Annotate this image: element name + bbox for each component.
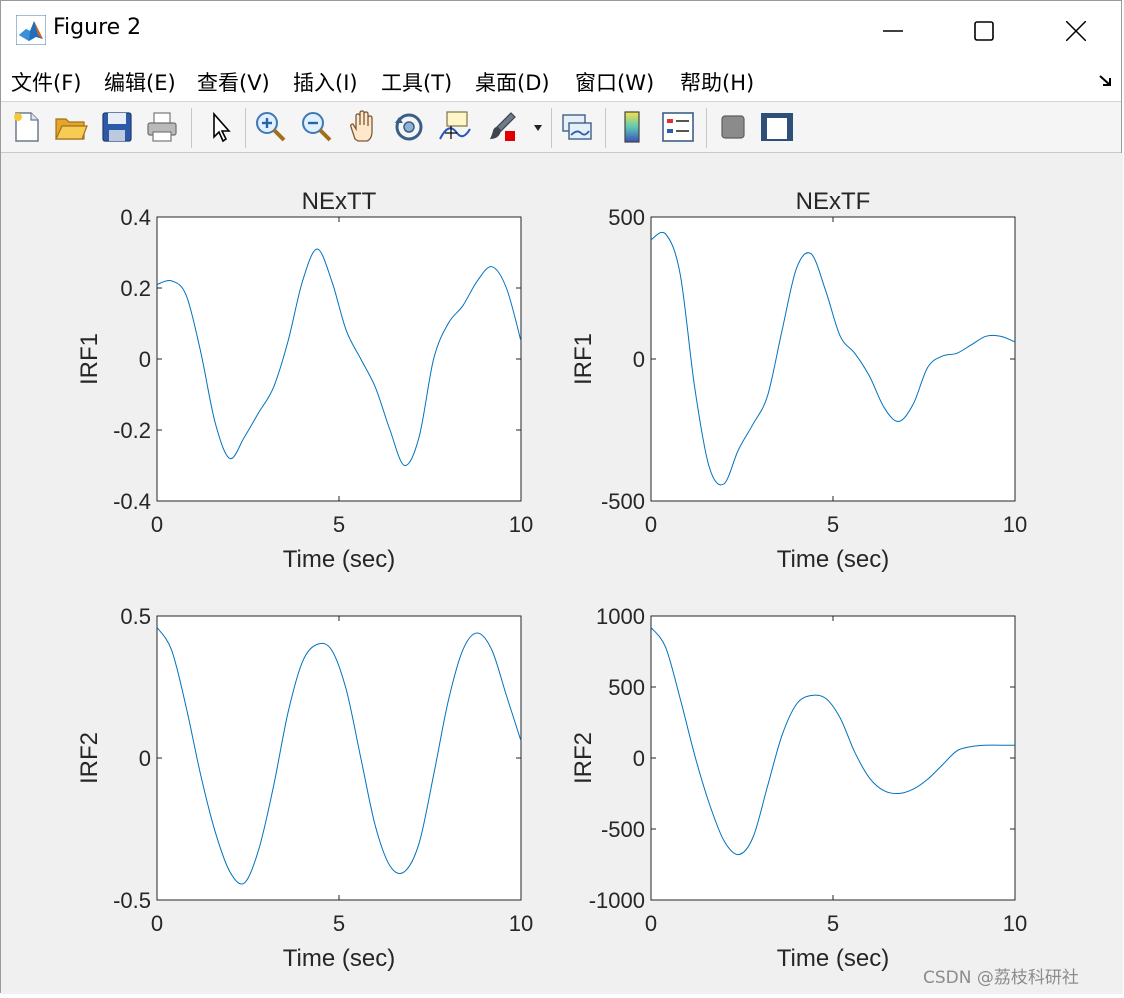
menu-tools[interactable]: 工具(T) (381, 67, 452, 97)
open-folder-icon[interactable] (53, 109, 89, 145)
x-axis-label: Time (sec) (777, 546, 889, 573)
toolbar (1, 101, 1121, 153)
show-plot-tools-icon[interactable] (759, 109, 795, 145)
window-title: Figure 2 (53, 15, 142, 40)
menu-file[interactable]: 文件(F) (11, 67, 81, 97)
x-tick-label: 5 (827, 911, 839, 936)
chevron-down-icon[interactable] (533, 124, 543, 132)
toolbar-separator (191, 108, 192, 148)
pointer-icon[interactable] (203, 109, 239, 145)
data-cursor-icon[interactable] (437, 109, 473, 145)
y-tick-label: -500 (601, 817, 645, 842)
maximize-button[interactable] (938, 1, 1030, 61)
zoom-out-icon[interactable] (299, 109, 335, 145)
chart-title: NExTF (796, 188, 871, 215)
axes-box-4 (650, 615, 1016, 901)
minimize-button[interactable] (847, 1, 939, 61)
colorbar-icon[interactable] (614, 109, 650, 145)
y-tick-label: 500 (608, 675, 645, 700)
figure-window: Figure 2 文件(F) 编辑(E) 查看(V) 插入(I) 工具(T) 桌… (0, 0, 1123, 994)
zoom-in-icon[interactable] (253, 109, 289, 145)
x-axis-label: Time (sec) (777, 945, 889, 972)
x-tick-label: 0 (645, 512, 657, 537)
y-tick-label: 0.2 (120, 276, 151, 301)
x-tick-label: 5 (827, 512, 839, 537)
y-tick-label: 0 (633, 746, 645, 771)
y-tick-label: -0.5 (113, 888, 151, 913)
toolbar-separator (605, 108, 606, 148)
y-tick-label: -500 (601, 489, 645, 514)
y-tick-label: 0 (139, 347, 151, 372)
menu-view[interactable]: 查看(V) (197, 67, 270, 97)
x-tick-label: 0 (151, 911, 163, 936)
print-icon[interactable] (144, 109, 180, 145)
menu-desktop[interactable]: 桌面(D) (475, 67, 550, 97)
save-icon[interactable] (99, 109, 135, 145)
maximize-icon (974, 21, 994, 41)
toolbar-separator (551, 108, 552, 148)
link-plot-icon[interactable] (559, 109, 595, 145)
title-bar: Figure 2 (1, 1, 1121, 61)
axes-box-2 (650, 216, 1016, 502)
legend-icon[interactable] (660, 109, 696, 145)
minimize-icon (883, 30, 903, 32)
y-axis-label: IRF2 (76, 732, 103, 784)
y-tick-label: -1000 (589, 888, 645, 913)
y-tick-label: 0.5 (120, 604, 151, 629)
chart-title: NExTT (302, 188, 377, 215)
close-icon (1066, 21, 1086, 41)
menu-window[interactable]: 窗口(W) (575, 67, 654, 97)
y-tick-label: 500 (608, 205, 645, 230)
new-file-icon[interactable] (9, 109, 45, 145)
axes-box-3 (156, 615, 522, 901)
menu-help[interactable]: 帮助(H) (680, 67, 754, 97)
menu-bar: 文件(F) 编辑(E) 查看(V) 插入(I) 工具(T) 桌面(D) 窗口(W… (1, 61, 1121, 101)
plots-svg: 0 5 10 -0.4 -0.2 0 0.2 0.4 Time (sec) IRF1 NExTT 0 5… (76, 188, 1027, 972)
y-axis-label: IRF1 (570, 333, 597, 385)
matlab-logo-icon (16, 15, 46, 45)
x-tick-label: 5 (333, 512, 345, 537)
x-tick-label: 10 (509, 512, 533, 537)
x-tick-label: 5 (333, 911, 345, 936)
x-tick-label: 0 (151, 512, 163, 537)
y-tick-label: 0.4 (120, 205, 151, 230)
toolbar-separator (706, 108, 707, 148)
y-tick-label: 1000 (596, 604, 645, 629)
menu-insert[interactable]: 插入(I) (293, 67, 358, 97)
x-tick-label: 10 (1003, 911, 1027, 936)
axes-box-1 (156, 216, 522, 502)
toolbar-separator (245, 108, 246, 148)
pan-hand-icon[interactable] (345, 109, 381, 145)
hide-plot-tools-icon[interactable] (715, 109, 751, 145)
y-tick-label: -0.4 (113, 489, 151, 514)
menu-edit[interactable]: 编辑(E) (104, 67, 176, 97)
y-tick-label: -0.2 (113, 418, 151, 443)
x-tick-label: 0 (645, 911, 657, 936)
figure-canvas: 0 5 10 -0.4 -0.2 0 0.2 0.4 Time (sec) IRF1 NExTT 0 5… (1, 153, 1123, 994)
y-axis-label: IRF2 (570, 732, 597, 784)
y-tick-label: 0 (633, 347, 645, 372)
dock-arrow-icon[interactable] (1098, 73, 1114, 89)
y-axis-label: IRF1 (76, 333, 103, 385)
x-tick-label: 10 (1003, 512, 1027, 537)
rotate-3d-icon[interactable] (391, 109, 427, 145)
x-axis-label: Time (sec) (283, 945, 395, 972)
close-button[interactable] (1030, 1, 1122, 61)
x-tick-label: 10 (509, 911, 533, 936)
x-axis-label: Time (sec) (283, 546, 395, 573)
y-tick-label: 0 (139, 746, 151, 771)
brush-icon[interactable] (485, 109, 521, 145)
watermark-text: CSDN @荔枝科研社 (923, 968, 1079, 988)
